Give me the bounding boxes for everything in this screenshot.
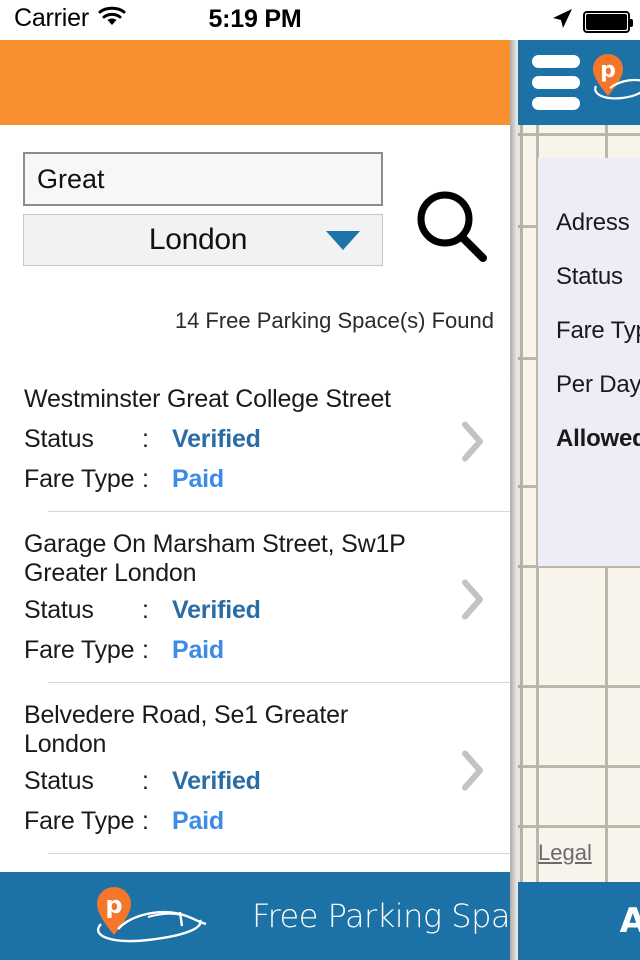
app-orange-header	[0, 40, 510, 125]
fare-type-value: Paid	[172, 807, 224, 835]
colon-separator: :	[142, 636, 149, 664]
colon-separator: :	[142, 767, 149, 795]
info-row-per-day: Per Day	[556, 371, 640, 398]
svg-text:p: p	[600, 58, 616, 83]
parking-results-list: Westminster Great College Street Status …	[0, 385, 510, 854]
status-bar-right	[550, 7, 633, 36]
clock-label: 5:19 PM	[208, 5, 302, 33]
list-divider	[48, 853, 510, 854]
info-row-fare-type: Fare Type	[556, 317, 640, 344]
list-item-title: Westminster Great College Street	[24, 385, 391, 413]
info-row-address: Adress	[556, 209, 630, 236]
list-item-status-row: Status : Verified	[24, 767, 510, 796]
background-bottom-label: A	[619, 901, 640, 941]
svg-text:p: p	[105, 891, 122, 919]
fare-type-value: Paid	[172, 636, 224, 664]
fare-type-label: Fare Type	[24, 807, 135, 835]
list-item[interactable]: Garage On Marsham Street, Sw1P Greater L…	[0, 530, 510, 683]
list-divider	[48, 511, 510, 512]
list-item[interactable]: Belvedere Road, Se1 Greater London Statu…	[0, 701, 510, 854]
search-input[interactable]	[23, 152, 383, 206]
colon-separator: :	[142, 425, 149, 453]
results-count-label: 14 Free Parking Space(s) Found	[174, 308, 494, 333]
city-select-value: London	[148, 223, 248, 256]
ios-status-bar: Carrier 5:19 PM	[0, 0, 640, 40]
status-value: Verified	[172, 425, 261, 453]
footer-brand-label: Free Parking Space	[252, 897, 510, 935]
status-value: Verified	[172, 596, 261, 624]
info-row-status: Status	[556, 263, 623, 290]
app-screenshot: p Adress Status Fare Type Per Day	[0, 0, 640, 960]
chevron-right-icon[interactable]	[460, 419, 486, 468]
location-arrow-icon	[550, 7, 574, 36]
list-item-status-row: Status : Verified	[24, 425, 510, 454]
list-item-title: Garage On Marsham Street, Sw1P Greater L…	[24, 530, 406, 587]
hamburger-menu-icon[interactable]	[532, 55, 580, 110]
info-row-allowed-vehicles: Allowed V	[556, 425, 640, 452]
list-item-title: Belvedere Road, Se1 Greater London	[24, 701, 348, 758]
colon-separator: :	[142, 807, 149, 835]
status-label: Status	[24, 425, 94, 453]
app-footer-brand-bar: p Free Parking Space	[0, 872, 510, 960]
legal-link[interactable]: Legal	[538, 840, 592, 866]
background-app-header: p	[518, 40, 640, 125]
parking-pin-logo-icon: p	[88, 884, 238, 948]
colon-separator: :	[142, 465, 149, 493]
list-item-fare-row: Fare Type : Paid	[24, 465, 510, 494]
parking-info-popup[interactable]: Adress Status Fare Type Per Day Allowed …	[538, 158, 640, 566]
parking-pin-logo-icon: p	[588, 50, 640, 115]
chevron-down-icon	[326, 230, 360, 250]
colon-separator: :	[142, 596, 149, 624]
list-item-fare-row: Fare Type : Paid	[24, 636, 510, 665]
fare-type-value: Paid	[172, 465, 224, 493]
status-label: Status	[24, 767, 94, 795]
search-panel: London	[0, 125, 510, 300]
fare-type-label: Fare Type	[24, 465, 135, 493]
search-icon	[417, 191, 487, 262]
background-bottom-bar: A	[518, 882, 640, 960]
list-item-fare-row: Fare Type : Paid	[24, 807, 510, 836]
list-item[interactable]: Westminster Great College Street Status …	[0, 385, 510, 512]
battery-full-icon	[583, 10, 633, 33]
fare-type-label: Fare Type	[24, 636, 135, 664]
status-value: Verified	[172, 767, 261, 795]
status-label: Status	[24, 596, 94, 624]
chevron-right-icon[interactable]	[460, 577, 486, 626]
screen-edge-shadow	[510, 0, 524, 960]
chevron-right-icon[interactable]	[460, 748, 486, 797]
city-select[interactable]: London	[23, 214, 383, 266]
foreground-phone-screen: London 14 Free Parking Space(s) Found We…	[0, 0, 510, 960]
background-phone-screen: p Adress Status Fare Type Per Day	[518, 0, 640, 960]
search-button[interactable]	[410, 185, 494, 269]
list-divider	[48, 682, 510, 683]
list-item-status-row: Status : Verified	[24, 596, 510, 625]
